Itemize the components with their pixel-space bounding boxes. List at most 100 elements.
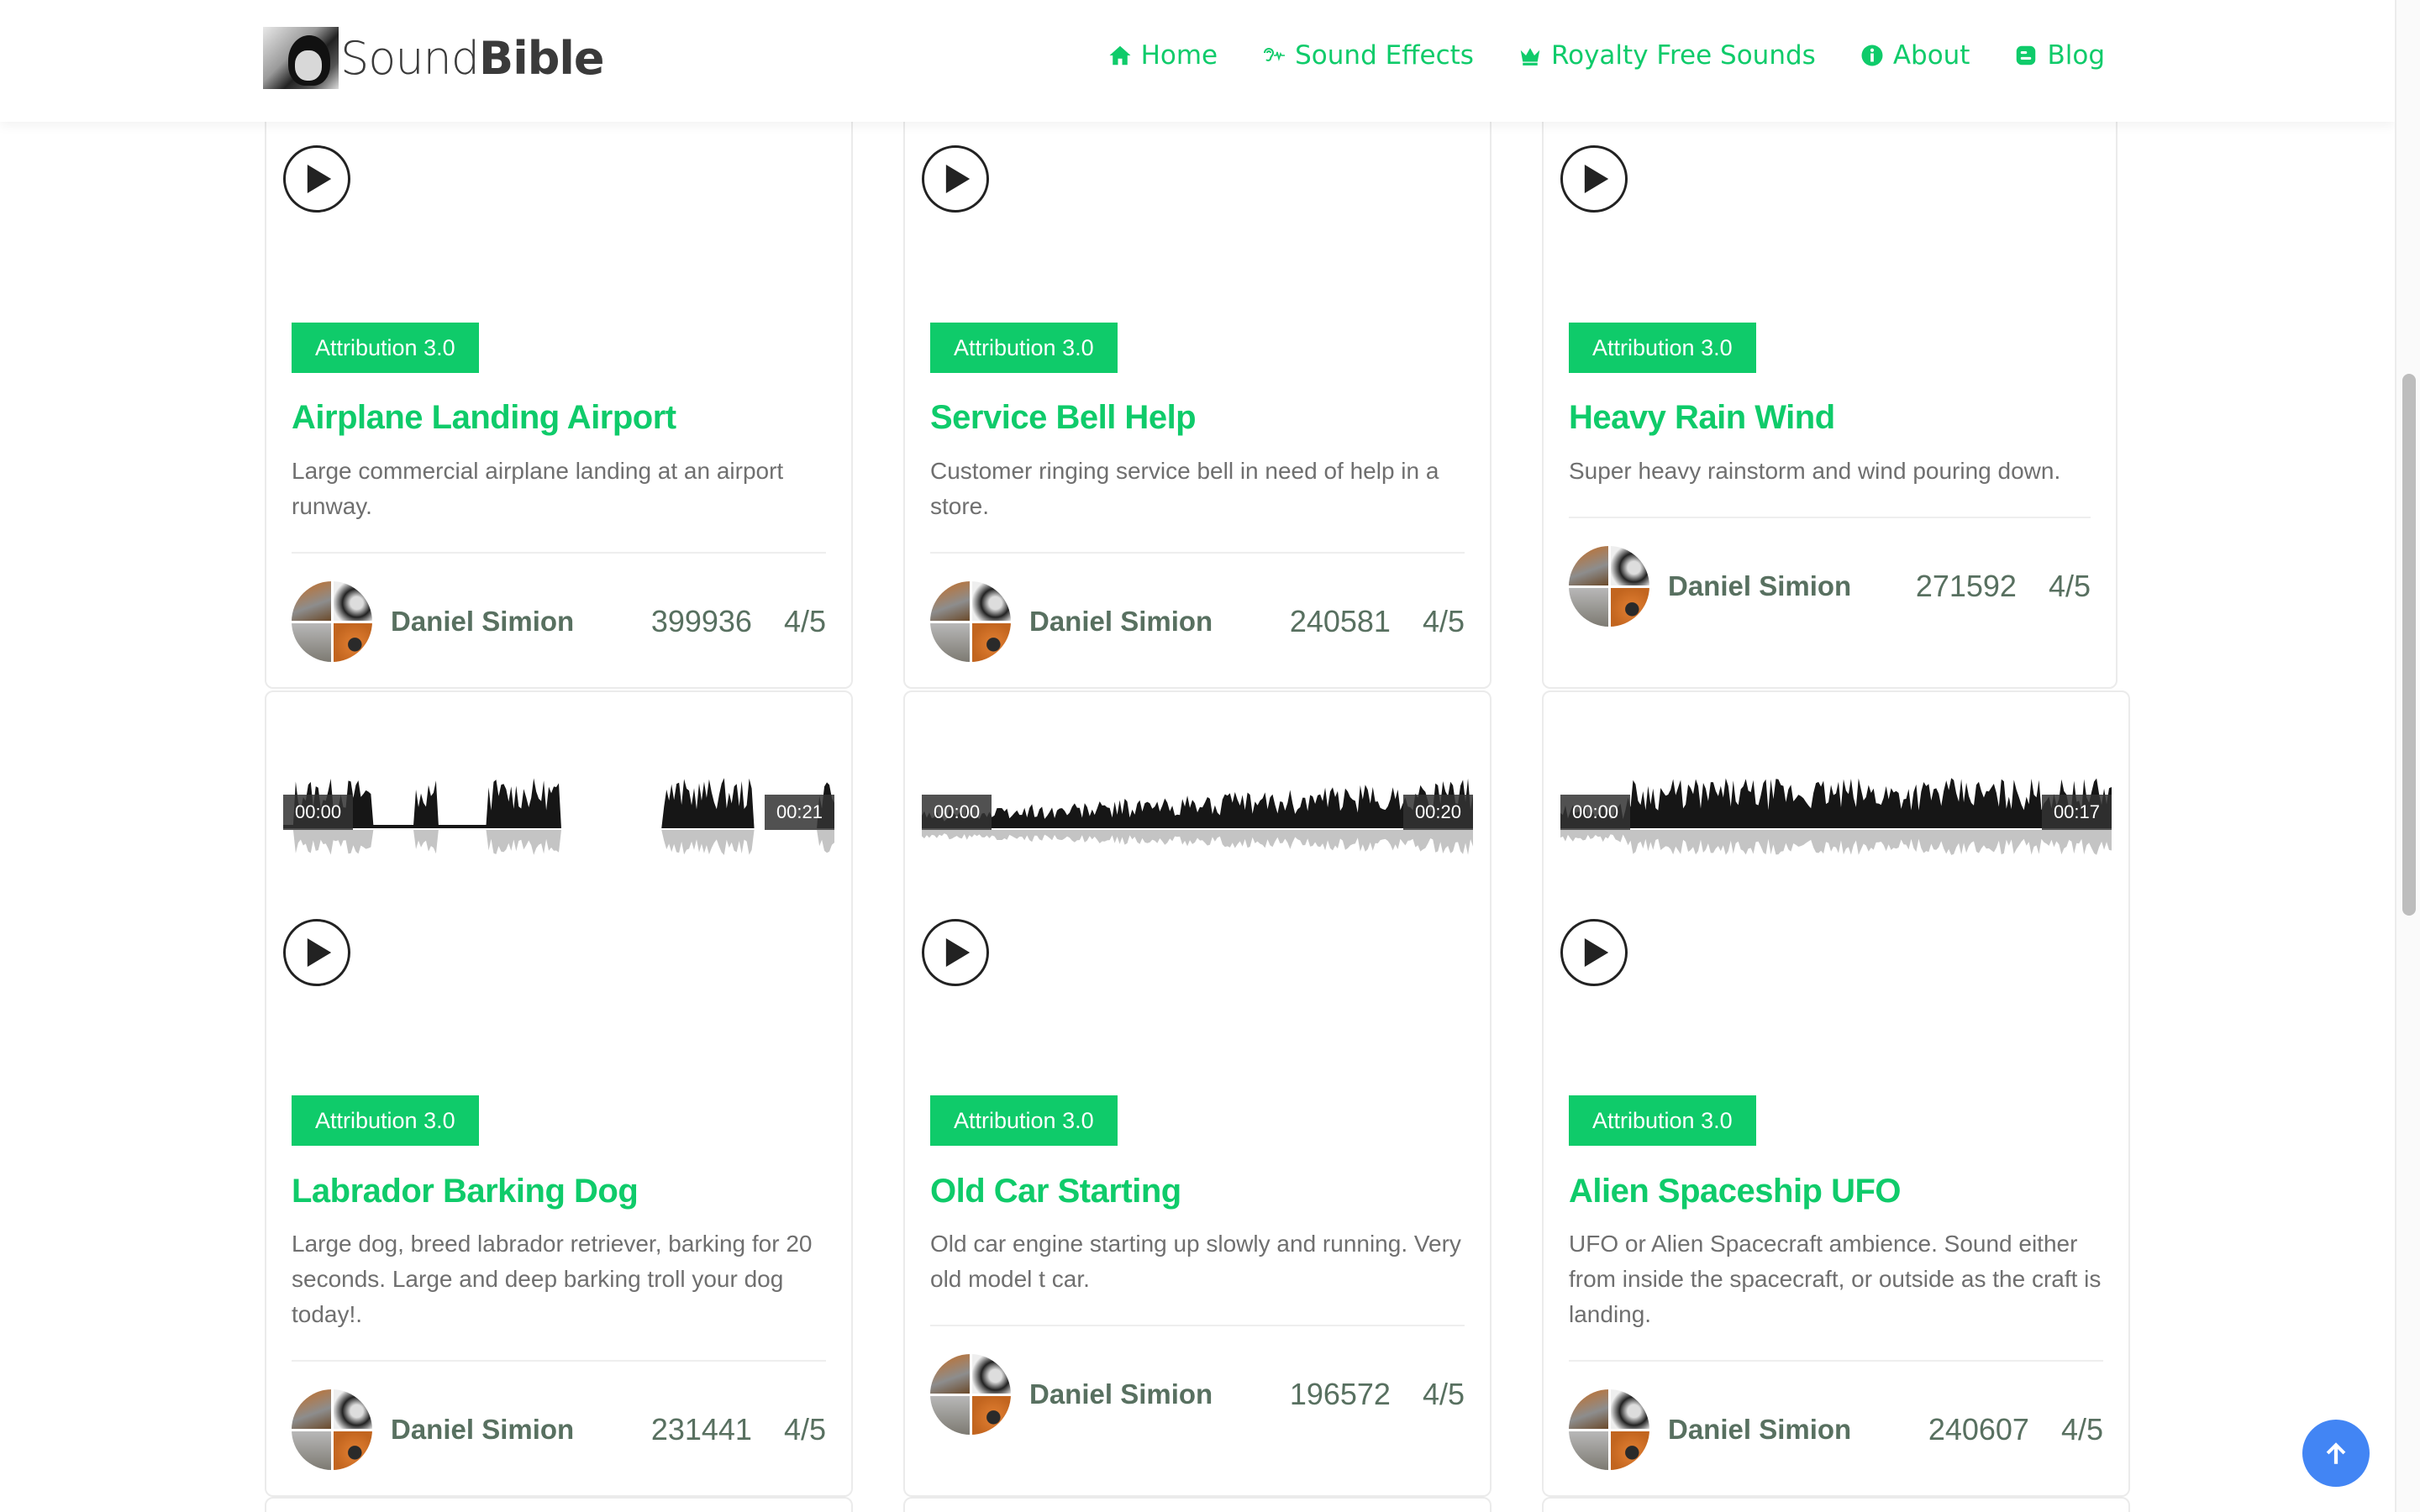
download-count: 240607 bbox=[1928, 1412, 2029, 1446]
logo-text-bold: Bible bbox=[479, 31, 604, 85]
sound-title[interactable]: Alien Spaceship UFO bbox=[1569, 1173, 2103, 1210]
sound-description: UFO or Alien Spacecraft ambience. Sound … bbox=[1569, 1231, 2102, 1327]
play-button[interactable] bbox=[1560, 919, 1628, 986]
sound-title[interactable]: Heavy Rain Wind bbox=[1569, 399, 2091, 437]
scrollbar-thumb[interactable] bbox=[2402, 374, 2416, 916]
logo-text-light: Sound bbox=[340, 31, 480, 85]
author-name[interactable]: Daniel Simion bbox=[1668, 570, 1916, 602]
rating: 4/5 bbox=[2060, 1412, 2103, 1446]
home-icon bbox=[1107, 43, 1133, 68]
nav-home[interactable]: Home bbox=[1107, 40, 1218, 71]
waveform-player[interactable]: 00:00 00:17 bbox=[1560, 741, 2112, 875]
play-button[interactable] bbox=[283, 145, 350, 213]
license-badge[interactable]: Attribution 3.0 bbox=[1569, 1095, 1756, 1146]
crown-icon bbox=[1518, 43, 1543, 68]
author-name[interactable]: Daniel Simion bbox=[1029, 606, 1290, 638]
waveform-reflection bbox=[1560, 830, 2112, 855]
author-avatar[interactable] bbox=[1569, 546, 1649, 627]
nav-home-label: Home bbox=[1140, 40, 1218, 71]
author-name[interactable]: Daniel Simion bbox=[391, 1414, 651, 1446]
card-meta: Daniel Simion 399936 4/5 bbox=[292, 581, 826, 662]
waveform-upper bbox=[1560, 778, 2112, 828]
page-scrollbar[interactable] bbox=[2395, 0, 2420, 1512]
sound-card bbox=[265, 1497, 853, 1512]
waveform-graph bbox=[283, 778, 834, 855]
license-badge[interactable]: Attribution 3.0 bbox=[292, 323, 479, 373]
nav-about[interactable]: About bbox=[1860, 40, 1970, 71]
nav-sound-effects[interactable]: Sound Effects bbox=[1261, 40, 1474, 71]
author-avatar[interactable] bbox=[1569, 1389, 1649, 1470]
sound-card: 00:00 00:21 Attribution 3.0 Labrador Bar… bbox=[265, 690, 853, 1497]
play-icon bbox=[307, 938, 332, 967]
nav-royalty-free-label: Royalty Free Sounds bbox=[1550, 40, 1816, 71]
play-icon bbox=[945, 165, 971, 193]
nav-blog-label: Blog bbox=[2047, 40, 2105, 71]
nav-royalty-free[interactable]: Royalty Free Sounds bbox=[1518, 40, 1816, 71]
license-badge[interactable]: Attribution 3.0 bbox=[930, 1095, 1118, 1146]
time-elapsed: 00:00 bbox=[922, 795, 992, 830]
play-button[interactable] bbox=[283, 919, 350, 986]
sound-card: Attribution 3.0 Service Bell Help Custom… bbox=[903, 50, 1491, 689]
rating: 4/5 bbox=[1422, 1377, 1465, 1411]
card-meta: Daniel Simion 231441 4/5 bbox=[292, 1389, 826, 1470]
nav-sound-effects-label: Sound Effects bbox=[1295, 40, 1474, 71]
play-icon bbox=[1584, 938, 1609, 967]
license-badge[interactable]: Attribution 3.0 bbox=[930, 323, 1118, 373]
waveform-graph bbox=[922, 778, 1473, 855]
time-duration: 00:17 bbox=[2041, 795, 2112, 830]
sound-card: 00:00 00:20 Attribution 3.0 Old Car Star… bbox=[903, 690, 1491, 1497]
sound-title[interactable]: Airplane Landing Airport bbox=[292, 399, 826, 437]
waveform-reflection bbox=[283, 830, 834, 855]
play-button[interactable] bbox=[1560, 145, 1628, 213]
author-name[interactable]: Daniel Simion bbox=[1668, 1414, 1928, 1446]
info-icon bbox=[1860, 43, 1885, 68]
sound-card: Attribution 3.0 Heavy Rain Wind Super he… bbox=[1542, 50, 2118, 689]
author-name[interactable]: Daniel Simion bbox=[391, 606, 651, 638]
site-header: SoundBible Home Sound Effects Royalty Fr… bbox=[0, 0, 2395, 122]
sound-card: 00:00 00:17 Attribution 3.0 Alien Spaces… bbox=[1542, 690, 2130, 1497]
logo-text: SoundBible bbox=[340, 31, 605, 85]
time-elapsed: 00:00 bbox=[283, 795, 354, 830]
sound-card bbox=[903, 1497, 1491, 1512]
play-button[interactable] bbox=[922, 145, 989, 213]
waveform-player[interactable]: 00:00 00:20 bbox=[922, 741, 1473, 875]
time-duration: 00:20 bbox=[1402, 795, 1473, 830]
card-divider bbox=[1569, 1360, 2103, 1362]
author-avatar[interactable] bbox=[930, 581, 1011, 662]
license-badge[interactable]: Attribution 3.0 bbox=[292, 1095, 479, 1146]
sound-description: Old car engine starting up slowly and ru… bbox=[930, 1231, 1461, 1292]
back-to-top-button[interactable] bbox=[2302, 1420, 2370, 1487]
sound-description: Customer ringing service bell in need of… bbox=[930, 458, 1439, 519]
download-count: 271592 bbox=[1915, 569, 2017, 603]
author-avatar[interactable] bbox=[930, 1354, 1011, 1435]
card-divider bbox=[292, 552, 826, 554]
sound-title[interactable]: Service Bell Help bbox=[930, 399, 1465, 437]
download-count: 231441 bbox=[650, 1412, 752, 1446]
waveform-graph bbox=[1560, 778, 2112, 855]
author-name[interactable]: Daniel Simion bbox=[1029, 1378, 1290, 1410]
rating: 4/5 bbox=[1422, 604, 1465, 638]
waveform-reflection bbox=[922, 830, 1473, 855]
play-button[interactable] bbox=[922, 919, 989, 986]
card-divider bbox=[930, 552, 1465, 554]
card-meta: Daniel Simion 271592 4/5 bbox=[1569, 546, 2091, 627]
sound-title[interactable]: Old Car Starting bbox=[930, 1173, 1465, 1210]
card-divider bbox=[930, 1325, 1465, 1326]
author-avatar[interactable] bbox=[292, 581, 372, 662]
sound-description: Super heavy rainstorm and wind pouring d… bbox=[1569, 458, 2061, 484]
card-meta: Daniel Simion 240607 4/5 bbox=[1569, 1389, 2103, 1470]
play-icon bbox=[945, 938, 971, 967]
time-duration: 00:21 bbox=[764, 795, 834, 830]
logo-image bbox=[263, 27, 339, 89]
sound-title[interactable]: Labrador Barking Dog bbox=[292, 1173, 826, 1210]
sound-card bbox=[1542, 1497, 2130, 1512]
waveform-player[interactable]: 00:00 00:21 bbox=[283, 741, 834, 875]
card-meta: Daniel Simion 196572 4/5 bbox=[930, 1354, 1465, 1435]
nav-blog[interactable]: Blog bbox=[2013, 40, 2105, 71]
waveform-upper bbox=[283, 778, 834, 828]
rating: 4/5 bbox=[2048, 569, 2091, 603]
card-divider bbox=[292, 1360, 826, 1362]
author-avatar[interactable] bbox=[292, 1389, 372, 1470]
site-logo[interactable]: SoundBible bbox=[263, 27, 605, 89]
license-badge[interactable]: Attribution 3.0 bbox=[1569, 323, 1756, 373]
